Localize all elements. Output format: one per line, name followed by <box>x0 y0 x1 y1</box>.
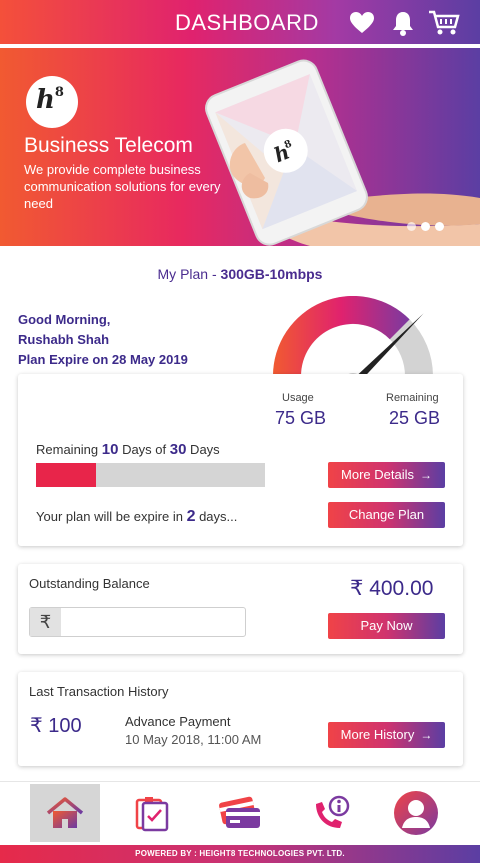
arrow-right-icon: → <box>420 728 433 742</box>
usage-value: 75 GB <box>275 408 327 428</box>
more-details-button[interactable]: More Details → <box>328 462 445 488</box>
days-progress-bar <box>36 463 265 487</box>
promo-banner[interactable]: h8 Business Telecom We provide complete … <box>0 48 480 246</box>
bell-icon[interactable] <box>389 9 417 37</box>
transaction-title: Last Transaction History <box>29 684 169 699</box>
days-remaining-text: Remaining 10 Days of 30 Days <box>36 441 220 458</box>
brand-logo-text: h8 <box>36 85 64 115</box>
my-plan-label: My Plan - 300GB-10mbps <box>157 266 323 282</box>
cards-icon[interactable] <box>205 784 275 842</box>
app-header: DASHBOARD <box>0 0 480 46</box>
carousel-dot[interactable] <box>407 222 416 231</box>
carousel-dots[interactable] <box>407 218 449 236</box>
bottom-nav <box>0 781 480 845</box>
remaining-value: 25 GB <box>389 408 441 428</box>
balance-card: Outstanding Balance ₹ 400.00 ₹ Pay Now <box>18 564 463 654</box>
user-name: Rushabh Shah <box>18 332 110 347</box>
payment-amount-input[interactable]: ₹ <box>29 607 246 637</box>
greeting-block: Good Morning, Rushabh Shah Plan Expire o… <box>18 310 188 370</box>
transaction-date: 10 May 2018, 11:00 AM <box>125 732 262 747</box>
more-history-button[interactable]: More History → <box>328 722 445 748</box>
phone-info-icon[interactable] <box>295 784 365 842</box>
hand-phone-illustration: h 8 <box>205 59 480 246</box>
heart-icon[interactable] <box>348 9 376 37</box>
plan-expiry: Plan Expire on 28 May 2019 <box>18 352 188 367</box>
pay-now-button[interactable]: Pay Now <box>328 613 445 639</box>
banner-title: Business Telecom <box>24 134 193 157</box>
page-title: DASHBOARD <box>175 10 319 35</box>
transaction-amount: ₹ 100 <box>30 715 82 737</box>
transaction-card: Last Transaction History ₹ 100 Advance P… <box>18 672 463 766</box>
arrow-right-icon: → <box>419 468 432 482</box>
carousel-dot[interactable] <box>435 222 444 231</box>
carousel-dot[interactable] <box>421 222 430 231</box>
clipboard-icon[interactable] <box>117 784 187 842</box>
profile-icon[interactable] <box>381 784 451 842</box>
change-plan-button[interactable]: Change Plan <box>328 502 445 528</box>
usage-label: Usage <box>282 392 314 404</box>
usage-card: Usage Remaining 75 GB 25 GB Remaining 10… <box>18 374 463 546</box>
expire-warning-text: Your plan will be expire in 2 days... <box>36 508 238 525</box>
remaining-label: Remaining <box>386 392 439 404</box>
transaction-name: Advance Payment <box>125 714 231 729</box>
balance-title: Outstanding Balance <box>29 576 150 591</box>
days-progress-fill <box>36 463 96 487</box>
cart-icon[interactable] <box>428 9 460 37</box>
rupee-icon: ₹ <box>30 608 61 636</box>
footer-credit: POWERED BY : HEIGHT8 TECHNOLOGIES PVT. L… <box>0 845 480 863</box>
greeting-text: Good Morning, <box>18 312 111 327</box>
balance-amount: ₹ 400.00 <box>350 577 434 600</box>
home-icon[interactable] <box>30 784 100 842</box>
